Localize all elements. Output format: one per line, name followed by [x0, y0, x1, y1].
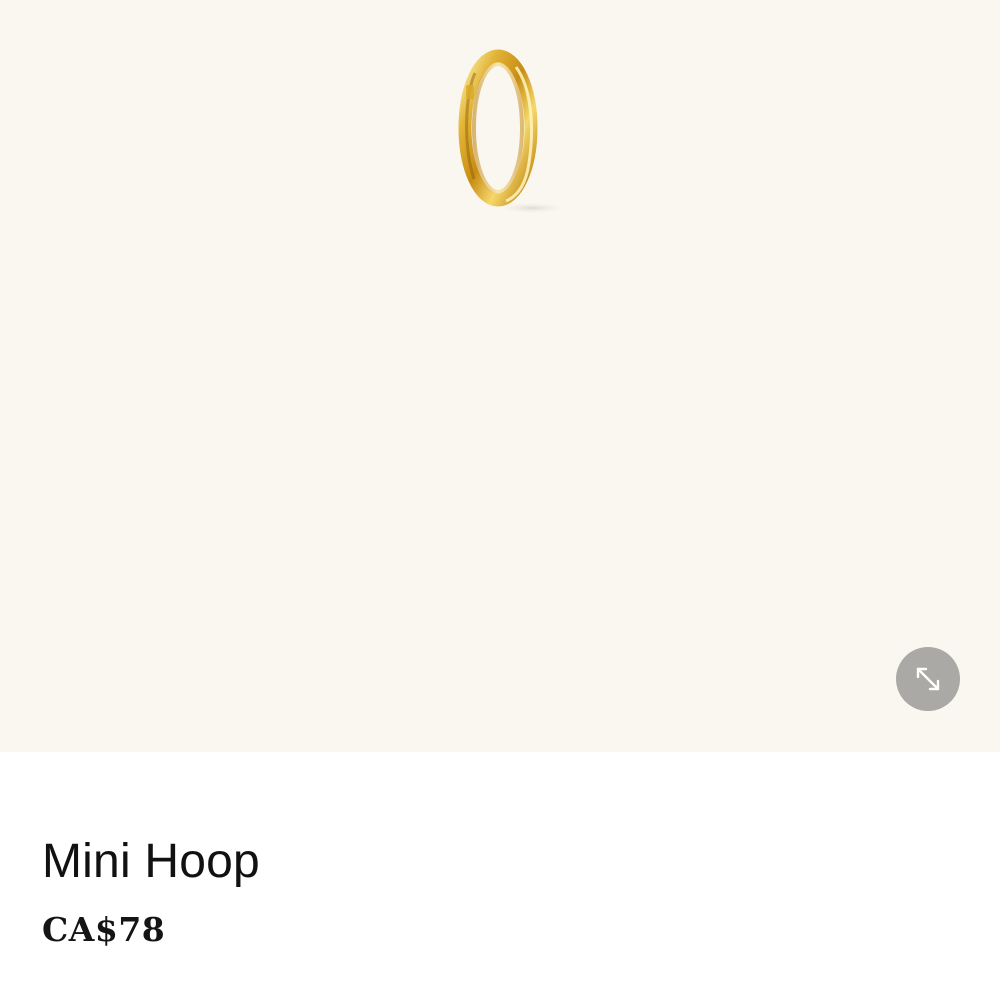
expand-image-button[interactable] — [896, 647, 960, 711]
product-price: CA$78 — [42, 910, 166, 949]
product-page: Mini Hoop CA$78 — [0, 0, 1000, 1000]
product-info: Mini Hoop CA$78 — [42, 830, 942, 952]
expand-arrows-icon — [916, 667, 940, 691]
gold-hoop-earring-image — [458, 49, 570, 214]
product-title: Mini Hoop — [42, 835, 260, 888]
product-image-gallery[interactable] — [0, 0, 1000, 752]
